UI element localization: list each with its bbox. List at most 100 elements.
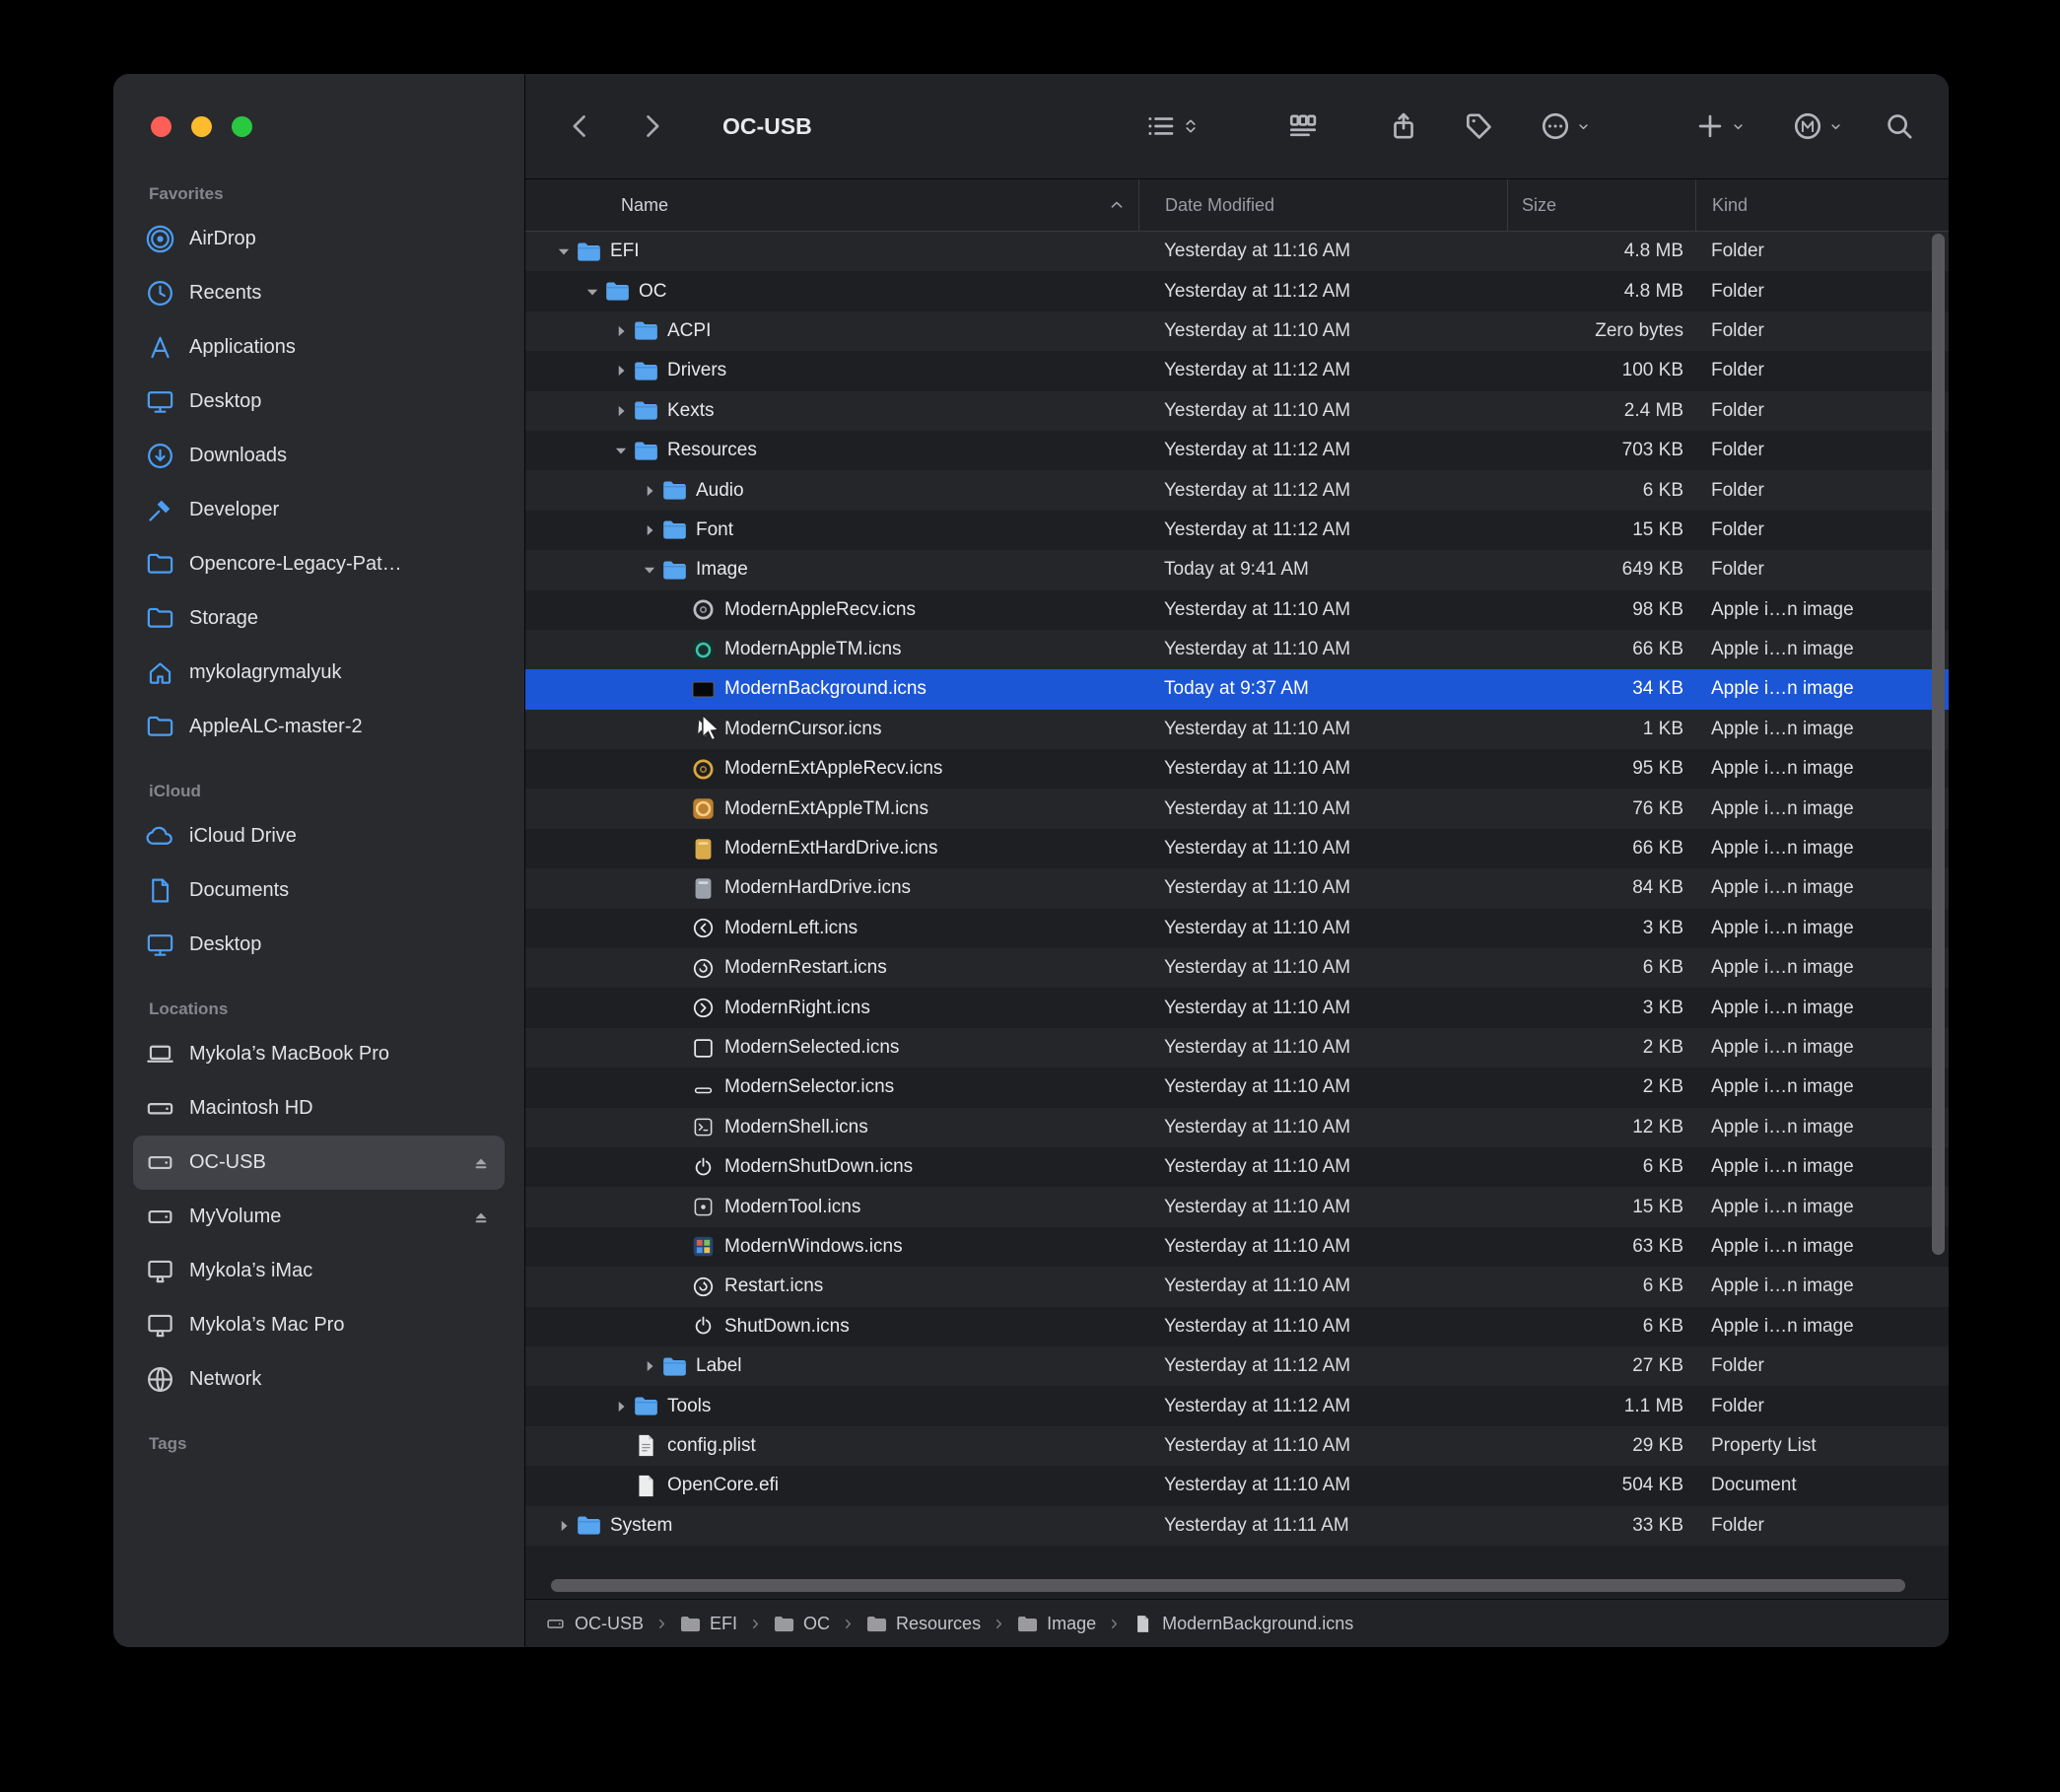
close-button[interactable] <box>151 116 172 137</box>
forward-button[interactable] <box>636 110 667 142</box>
minimize-button[interactable] <box>191 116 212 137</box>
path-item-modernbackground-icns[interactable]: ModernBackground.icns <box>1133 1614 1353 1634</box>
file-row-opencore-efi[interactable]: OpenCore.efiYesterday at 11:10 AM504 KBD… <box>525 1466 1949 1505</box>
sidebar-item-mykola-s-macbook-pro[interactable]: Mykola’s MacBook Pro <box>133 1027 505 1081</box>
sidebar-item-oc-usb[interactable]: OC-USB <box>133 1136 505 1190</box>
add-button[interactable] <box>1694 110 1747 142</box>
file-row-font[interactable]: FontYesterday at 11:12 AM15 KBFolder <box>525 511 1949 550</box>
disclosure-triangle <box>665 957 690 979</box>
file-row-modernextharddrive-icns[interactable]: ModernExtHardDrive.icnsYesterday at 11:1… <box>525 829 1949 868</box>
file-row-image[interactable]: ImageToday at 9:41 AM649 KBFolder <box>525 550 1949 589</box>
disclosure-triangle[interactable] <box>608 440 633 461</box>
path-item-efi[interactable]: EFI <box>680 1614 737 1634</box>
sidebar-item-storage[interactable]: Storage <box>133 591 505 646</box>
file-row-shutdown-icns[interactable]: ShutDown.icnsYesterday at 11:10 AM6 KBAp… <box>525 1307 1949 1346</box>
disclosure-triangle[interactable] <box>580 281 604 303</box>
file-row-audio[interactable]: AudioYesterday at 11:12 AM6 KBFolder <box>525 470 1949 510</box>
file-row-modernshell-icns[interactable]: ModernShell.icnsYesterday at 11:10 AM12 … <box>525 1108 1949 1147</box>
column-header-name[interactable]: Name <box>525 179 1138 231</box>
sidebar-item-desktop[interactable]: Desktop <box>133 375 505 429</box>
zoom-button[interactable] <box>232 116 252 137</box>
file-row-modernselector-icns[interactable]: ModernSelector.icnsYesterday at 11:10 AM… <box>525 1068 1949 1107</box>
file-row-modernextapplerecv-icns[interactable]: ModernExtAppleRecv.icnsYesterday at 11:1… <box>525 749 1949 789</box>
disclosure-triangle[interactable] <box>608 320 633 342</box>
path-separator-icon <box>653 1616 670 1632</box>
disclosure-triangle[interactable] <box>637 559 661 581</box>
file-row-modernapplerecv-icns[interactable]: ModernAppleRecv.icnsYesterday at 11:10 A… <box>525 590 1949 630</box>
path-separator-icon <box>1106 1616 1123 1632</box>
sidebar-item-applealc-master-2[interactable]: AppleALC-master-2 <box>133 700 505 754</box>
file-row-label[interactable]: LabelYesterday at 11:12 AM27 KBFolder <box>525 1346 1949 1386</box>
file-row-modernrestart-icns[interactable]: ModernRestart.icnsYesterday at 11:10 AM6… <box>525 948 1949 988</box>
column-header-size[interactable]: Size <box>1507 179 1695 231</box>
file-row-modernextappletm-icns[interactable]: ModernExtAppleTM.icnsYesterday at 11:10 … <box>525 789 1949 828</box>
file-row-modernharddrive-icns[interactable]: ModernHardDrive.icnsYesterday at 11:10 A… <box>525 868 1949 908</box>
sidebar-item-desktop[interactable]: Desktop <box>133 918 505 972</box>
horizontal-scrollbar-thumb[interactable] <box>551 1579 1905 1592</box>
sidebar-item-mykola-s-imac[interactable]: Mykola’s iMac <box>133 1244 505 1298</box>
file-row-modernleft-icns[interactable]: ModernLeft.icnsYesterday at 11:10 AM3 KB… <box>525 909 1949 948</box>
file-row-tools[interactable]: ToolsYesterday at 11:12 AM1.1 MBFolder <box>525 1386 1949 1425</box>
file-row-modernbackground-icns[interactable]: ModernBackground.icnsToday at 9:37 AM34 … <box>525 669 1949 709</box>
disclosure-triangle[interactable] <box>551 1515 576 1537</box>
group-view-button[interactable] <box>1287 110 1319 142</box>
search-button[interactable] <box>1884 110 1915 142</box>
disclosure-triangle[interactable] <box>637 519 661 541</box>
path-item-oc-usb[interactable]: OC-USB <box>545 1614 644 1634</box>
sidebar-item-documents[interactable]: Documents <box>133 863 505 918</box>
file-row-acpi[interactable]: ACPIYesterday at 11:10 AMZero bytesFolde… <box>525 311 1949 351</box>
share-button[interactable] <box>1388 110 1419 142</box>
sidebar-item-developer[interactable]: Developer <box>133 483 505 537</box>
column-header-date-modified[interactable]: Date Modified <box>1138 179 1507 231</box>
file-row-resources[interactable]: ResourcesYesterday at 11:12 AM703 KBFold… <box>525 431 1949 470</box>
file-name: Label <box>696 1355 742 1377</box>
file-row-drivers[interactable]: DriversYesterday at 11:12 AM100 KBFolder <box>525 351 1949 390</box>
back-button[interactable] <box>565 110 596 142</box>
file-row-modernselected-icns[interactable]: ModernSelected.icnsYesterday at 11:10 AM… <box>525 1028 1949 1068</box>
sidebar-item-mykolagrymalyuk[interactable]: mykolagrymalyuk <box>133 646 505 700</box>
disclosure-triangle[interactable] <box>608 400 633 422</box>
file-row-moderntool-icns[interactable]: ModernTool.icnsYesterday at 11:10 AM15 K… <box>525 1187 1949 1226</box>
sidebar-item-recents[interactable]: Recents <box>133 266 505 320</box>
tag-button[interactable] <box>1463 110 1494 142</box>
file-row-modernright-icns[interactable]: ModernRight.icnsYesterday at 11:10 AM3 K… <box>525 988 1949 1027</box>
file-row-moderncursor-icns[interactable]: ModernCursor.icnsYesterday at 11:10 AM1 … <box>525 710 1949 749</box>
file-row-modernwindows-icns[interactable]: ModernWindows.icnsYesterday at 11:10 AM6… <box>525 1227 1949 1267</box>
name-cell: ModernBackground.icns <box>525 677 1138 702</box>
file-row-modernappletm-icns[interactable]: ModernAppleTM.icnsYesterday at 11:10 AM6… <box>525 630 1949 669</box>
file-kind: Folder <box>1695 440 1949 461</box>
sidebar-item-macintosh-hd[interactable]: Macintosh HD <box>133 1081 505 1136</box>
file-row-config-plist[interactable]: config.plistYesterday at 11:10 AM29 KBPr… <box>525 1426 1949 1466</box>
file-row-system[interactable]: SystemYesterday at 11:11 AM33 KBFolder <box>525 1506 1949 1546</box>
path-item-image[interactable]: Image <box>1017 1614 1096 1634</box>
disclosure-triangle[interactable] <box>608 1396 633 1417</box>
file-date: Yesterday at 11:10 AM <box>1138 798 1507 820</box>
disclosure-triangle[interactable] <box>637 1355 661 1377</box>
path-item-resources[interactable]: Resources <box>866 1614 981 1634</box>
profile-button[interactable] <box>1792 110 1844 142</box>
sidebar-item-downloads[interactable]: Downloads <box>133 429 505 483</box>
sidebar-item-applications[interactable]: Applications <box>133 320 505 375</box>
vertical-scrollbar-thumb[interactable] <box>1932 234 1945 1255</box>
path-item-oc[interactable]: OC <box>774 1614 830 1634</box>
eject-button[interactable] <box>469 1151 493 1175</box>
sidebar-item-myvolume[interactable]: MyVolume <box>133 1190 505 1244</box>
more-actions-button[interactable] <box>1540 110 1592 142</box>
sidebar-item-network[interactable]: Network <box>133 1352 505 1407</box>
column-header-kind[interactable]: Kind <box>1695 179 1949 231</box>
eject-button[interactable] <box>469 1206 493 1229</box>
sidebar-item-opencore-legacy-pat[interactable]: Opencore-Legacy-Pat… <box>133 537 505 591</box>
file-row-kexts[interactable]: KextsYesterday at 11:10 AM2.4 MBFolder <box>525 391 1949 431</box>
sidebar-item-airdrop[interactable]: AirDrop <box>133 212 505 266</box>
disclosure-triangle[interactable] <box>551 241 576 262</box>
sidebar-item-mykola-s-mac-pro[interactable]: Mykola’s Mac Pro <box>133 1298 505 1352</box>
horizontal-scrollbar[interactable] <box>525 1573 1949 1599</box>
disclosure-triangle[interactable] <box>608 360 633 381</box>
file-row-restart-icns[interactable]: Restart.icnsYesterday at 11:10 AM6 KBApp… <box>525 1267 1949 1306</box>
view-mode-button[interactable] <box>1144 110 1201 142</box>
sidebar-item-icloud-drive[interactable]: iCloud Drive <box>133 809 505 863</box>
file-row-efi[interactable]: EFIYesterday at 11:16 AM4.8 MBFolder <box>525 232 1949 271</box>
file-row-modernshutdown-icns[interactable]: ModernShutDown.icnsYesterday at 11:10 AM… <box>525 1147 1949 1187</box>
disclosure-triangle[interactable] <box>637 480 661 502</box>
file-row-oc[interactable]: OCYesterday at 11:12 AM4.8 MBFolder <box>525 271 1949 310</box>
